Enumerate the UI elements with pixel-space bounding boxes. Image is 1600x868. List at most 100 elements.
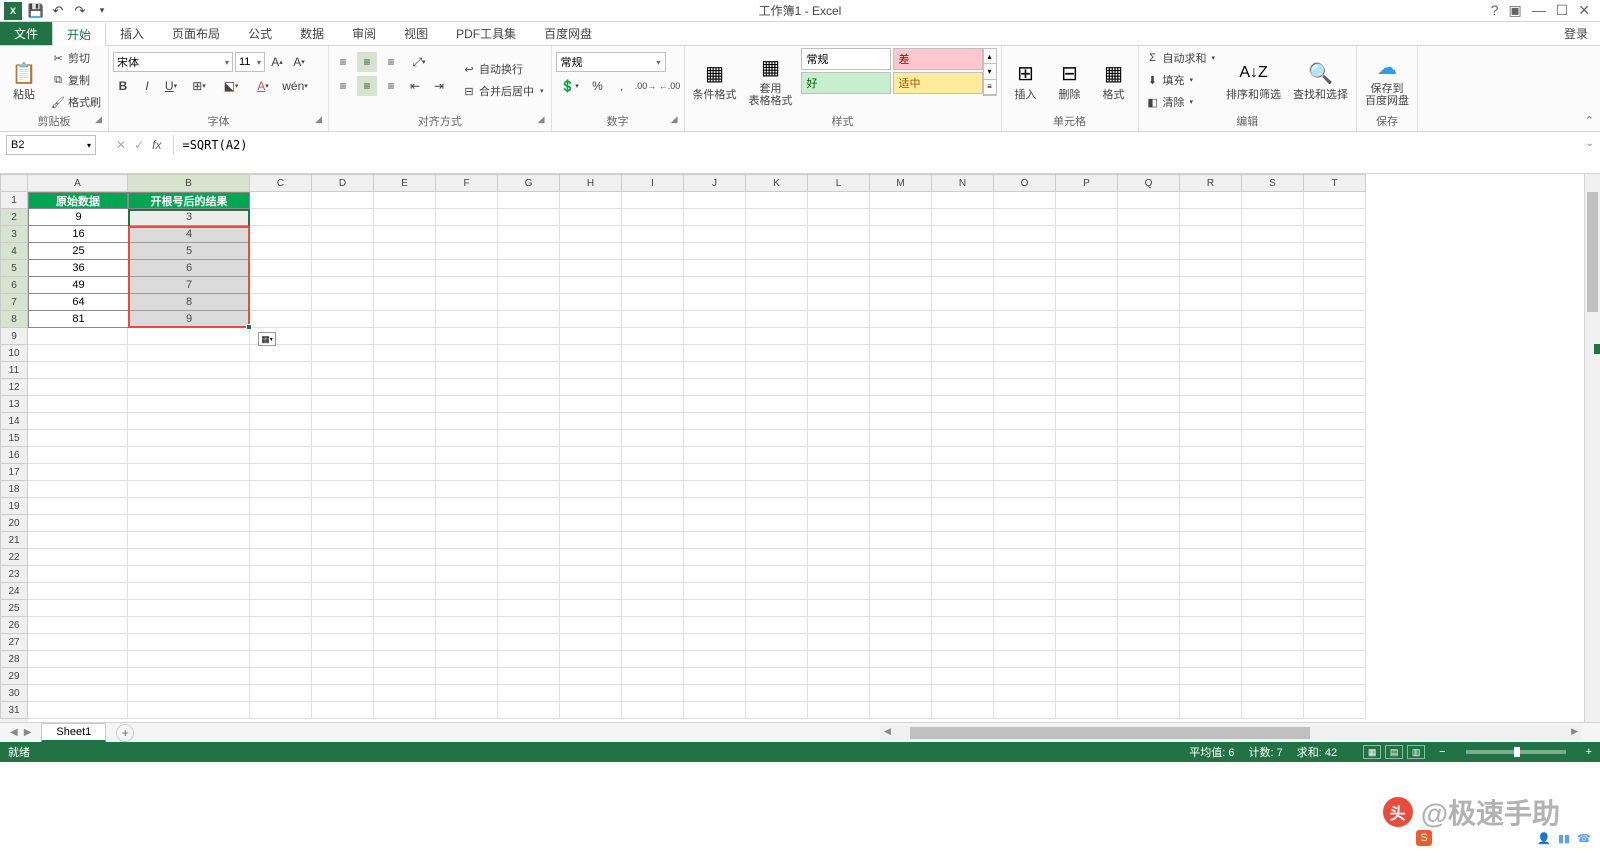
- cell-T27[interactable]: [1304, 634, 1366, 651]
- cell-G9[interactable]: [498, 328, 560, 345]
- cell-M8[interactable]: [870, 311, 932, 328]
- cell-F26[interactable]: [436, 617, 498, 634]
- cell-I2[interactable]: [622, 209, 684, 226]
- cell-T19[interactable]: [1304, 498, 1366, 515]
- cell-A30[interactable]: [28, 685, 128, 702]
- cell-N14[interactable]: [932, 413, 994, 430]
- cell-B11[interactable]: [128, 362, 250, 379]
- cell-B8[interactable]: 9: [128, 311, 250, 328]
- cell-E28[interactable]: [374, 651, 436, 668]
- cell-G1[interactable]: [498, 192, 560, 209]
- cell-N5[interactable]: [932, 260, 994, 277]
- cell-E4[interactable]: [374, 243, 436, 260]
- cell-B27[interactable]: [128, 634, 250, 651]
- cell-R10[interactable]: [1180, 345, 1242, 362]
- row-header-12[interactable]: 12: [0, 379, 28, 396]
- cell-J11[interactable]: [684, 362, 746, 379]
- cell-J19[interactable]: [684, 498, 746, 515]
- cell-S19[interactable]: [1242, 498, 1304, 515]
- cell-C7[interactable]: [250, 294, 312, 311]
- cell-K20[interactable]: [746, 515, 808, 532]
- cell-P8[interactable]: [1056, 311, 1118, 328]
- cell-L31[interactable]: [808, 702, 870, 719]
- cell-Q11[interactable]: [1118, 362, 1180, 379]
- cell-A20[interactable]: [28, 515, 128, 532]
- cell-R19[interactable]: [1180, 498, 1242, 515]
- row-header-4[interactable]: 4: [0, 243, 28, 260]
- cell-T24[interactable]: [1304, 583, 1366, 600]
- cell-L26[interactable]: [808, 617, 870, 634]
- cell-T4[interactable]: [1304, 243, 1366, 260]
- cell-D18[interactable]: [312, 481, 374, 498]
- cell-E27[interactable]: [374, 634, 436, 651]
- cell-H24[interactable]: [560, 583, 622, 600]
- cell-R7[interactable]: [1180, 294, 1242, 311]
- cell-N11[interactable]: [932, 362, 994, 379]
- cell-S17[interactable]: [1242, 464, 1304, 481]
- cell-Q27[interactable]: [1118, 634, 1180, 651]
- cell-K3[interactable]: [746, 226, 808, 243]
- cell-T30[interactable]: [1304, 685, 1366, 702]
- insert-cells-button[interactable]: ⊞插入: [1006, 48, 1046, 112]
- cell-J5[interactable]: [684, 260, 746, 277]
- cell-E9[interactable]: [374, 328, 436, 345]
- cell-E7[interactable]: [374, 294, 436, 311]
- cell-L13[interactable]: [808, 396, 870, 413]
- cell-S26[interactable]: [1242, 617, 1304, 634]
- cell-C19[interactable]: [250, 498, 312, 515]
- sheet-nav-prev-icon[interactable]: ◀: [10, 727, 18, 738]
- cell-P27[interactable]: [1056, 634, 1118, 651]
- cell-J25[interactable]: [684, 600, 746, 617]
- cell-N1[interactable]: [932, 192, 994, 209]
- cell-A11[interactable]: [28, 362, 128, 379]
- cell-T1[interactable]: [1304, 192, 1366, 209]
- cell-G5[interactable]: [498, 260, 560, 277]
- row-header-2[interactable]: 2: [0, 209, 28, 226]
- tab-insert[interactable]: 插入: [106, 22, 158, 45]
- cell-L1[interactable]: [808, 192, 870, 209]
- cell-M24[interactable]: [870, 583, 932, 600]
- cell-J24[interactable]: [684, 583, 746, 600]
- cell-L5[interactable]: [808, 260, 870, 277]
- cell-K22[interactable]: [746, 549, 808, 566]
- cell-O2[interactable]: [994, 209, 1056, 226]
- number-format-combo[interactable]: 常规▾: [556, 52, 666, 72]
- tab-baidu[interactable]: 百度网盘: [530, 22, 606, 45]
- ribbon-options-icon[interactable]: ▣: [1508, 2, 1521, 19]
- cell-F13[interactable]: [436, 396, 498, 413]
- zoom-in-button[interactable]: +: [1586, 746, 1592, 758]
- cell-G17[interactable]: [498, 464, 560, 481]
- cell-A9[interactable]: [28, 328, 128, 345]
- cell-S30[interactable]: [1242, 685, 1304, 702]
- cell-M21[interactable]: [870, 532, 932, 549]
- tab-view[interactable]: 视图: [390, 22, 442, 45]
- row-header-1[interactable]: 1: [0, 192, 28, 209]
- cell-K28[interactable]: [746, 651, 808, 668]
- cell-O13[interactable]: [994, 396, 1056, 413]
- cell-I15[interactable]: [622, 430, 684, 447]
- cell-C5[interactable]: [250, 260, 312, 277]
- cell-Q17[interactable]: [1118, 464, 1180, 481]
- cell-D8[interactable]: [312, 311, 374, 328]
- column-header-A[interactable]: A: [28, 174, 128, 192]
- align-center-button[interactable]: ≡: [357, 76, 377, 96]
- tab-file[interactable]: 文件: [0, 22, 52, 45]
- maximize-icon[interactable]: ☐: [1556, 2, 1569, 19]
- cell-M25[interactable]: [870, 600, 932, 617]
- grow-font-button[interactable]: A▴: [267, 52, 287, 72]
- cell-T23[interactable]: [1304, 566, 1366, 583]
- cell-R5[interactable]: [1180, 260, 1242, 277]
- cell-J4[interactable]: [684, 243, 746, 260]
- cell-K11[interactable]: [746, 362, 808, 379]
- cell-M2[interactable]: [870, 209, 932, 226]
- cell-D4[interactable]: [312, 243, 374, 260]
- cell-O29[interactable]: [994, 668, 1056, 685]
- cell-N25[interactable]: [932, 600, 994, 617]
- cell-B5[interactable]: 6: [128, 260, 250, 277]
- fill-handle[interactable]: [246, 324, 252, 330]
- cell-H14[interactable]: [560, 413, 622, 430]
- cell-H18[interactable]: [560, 481, 622, 498]
- cell-R27[interactable]: [1180, 634, 1242, 651]
- cell-N3[interactable]: [932, 226, 994, 243]
- cell-L10[interactable]: [808, 345, 870, 362]
